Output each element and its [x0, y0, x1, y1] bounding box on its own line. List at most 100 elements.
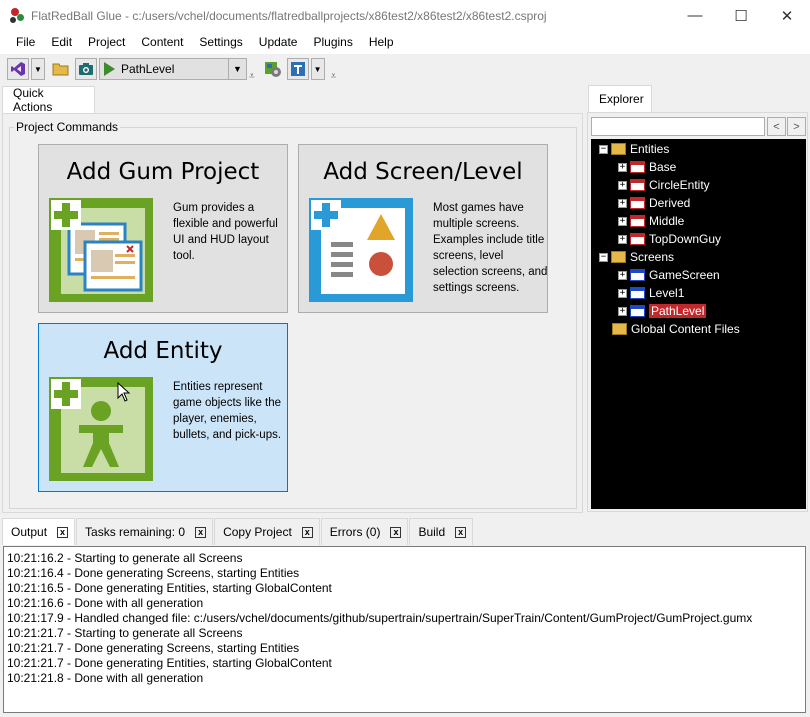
menu-update[interactable]: Update: [251, 31, 306, 54]
screen-icon: [630, 305, 645, 317]
add-gum-project-button[interactable]: Add Gum Project Gum provides a flexible …: [38, 144, 288, 313]
log-line: 10:21:16.5 - Done generating Entities, s…: [7, 581, 332, 595]
entity-icon: [49, 377, 153, 481]
tree-node-entity[interactable]: + TopDownGuy: [618, 230, 721, 248]
bottom-tab-strip: Output x Tasks remaining: 0 x Copy Proje…: [2, 518, 474, 545]
tree-node-entities[interactable]: − Entities: [599, 140, 669, 158]
overflow-icon[interactable]: ⩡: [249, 71, 255, 82]
tree-node-global-content[interactable]: Global Content Files: [612, 320, 740, 338]
card-title: Add Entity: [103, 338, 223, 364]
project-commands-group: Project Commands Add Gum Project Gum pro…: [9, 120, 577, 509]
menu-bar: File Edit Project Content Settings Updat…: [0, 31, 810, 54]
explorer-search-input[interactable]: [591, 117, 765, 136]
chevron-down-icon[interactable]: ▼: [228, 59, 246, 79]
tree-node-entity[interactable]: + CircleEntity: [618, 176, 710, 194]
close-icon[interactable]: x: [390, 526, 402, 538]
entity-icon: [630, 197, 645, 209]
close-icon[interactable]: x: [301, 526, 313, 538]
expand-icon[interactable]: +: [618, 306, 627, 316]
menu-project[interactable]: Project: [80, 31, 133, 54]
gum-project-icon: [49, 198, 153, 302]
open-folder-icon[interactable]: [49, 58, 73, 80]
toolbar: ▼ PathLevel ▼ ⩡ ▼ ⩡: [0, 54, 810, 84]
expand-icon[interactable]: +: [618, 162, 627, 172]
tool-icon[interactable]: [286, 58, 309, 80]
camera-icon[interactable]: [75, 58, 97, 80]
folder-icon: [612, 323, 627, 335]
log-line: 10:21:21.7 - Done generating Screens, st…: [7, 641, 300, 655]
tree-node-entity[interactable]: + Base: [618, 158, 676, 176]
entity-icon: [630, 215, 645, 227]
mouse-cursor-icon: [117, 382, 131, 402]
tree-node-screen[interactable]: + Level1: [618, 284, 684, 302]
screen-icon: [630, 287, 645, 299]
log-line: 10:21:21.7 - Done generating Entities, s…: [7, 656, 332, 670]
log-line: 10:21:16.2 - Starting to generate all Sc…: [7, 551, 243, 565]
screen-select[interactable]: PathLevel ▼: [99, 58, 247, 80]
tree-node-entity[interactable]: + Middle: [618, 212, 684, 230]
output-log[interactable]: 10:21:16.2 - Starting to generate all Sc…: [3, 546, 806, 713]
title-bar: FlatRedBall Glue - c:/users/vchel/docume…: [0, 0, 810, 31]
minimize-button[interactable]: —: [672, 0, 718, 31]
close-icon[interactable]: x: [195, 526, 207, 538]
menu-file[interactable]: File: [8, 31, 43, 54]
expand-icon[interactable]: +: [618, 216, 627, 226]
menu-help[interactable]: Help: [361, 31, 402, 54]
add-screen-level-button[interactable]: Add Screen/Level Most games have multipl…: [298, 144, 548, 313]
screen-level-icon: [309, 198, 413, 302]
tree-node-screens[interactable]: − Screens: [599, 248, 674, 266]
log-line: 10:21:21.8 - Done with all generation: [7, 671, 204, 685]
tab-copy-project[interactable]: Copy Project x: [214, 518, 320, 545]
overflow-icon[interactable]: ⩡: [331, 71, 337, 82]
explorer-tree[interactable]: − Entities + Base + CircleEntity + Deriv…: [591, 139, 806, 509]
card-title: Add Screen/Level: [323, 159, 523, 185]
quick-actions-panel: Project Commands Add Gum Project Gum pro…: [2, 113, 583, 513]
menu-edit[interactable]: Edit: [43, 31, 80, 54]
group-label: Project Commands: [14, 120, 121, 134]
log-line: 10:21:17.9 - Handled changed file: c:/us…: [7, 611, 753, 625]
card-description: Most games have multiple screens. Exampl…: [433, 202, 548, 294]
menu-content[interactable]: Content: [133, 31, 191, 54]
expand-icon[interactable]: +: [618, 180, 627, 190]
tab-explorer[interactable]: Explorer: [588, 85, 652, 112]
entity-icon: [630, 179, 645, 191]
explorer-panel: < > − Entities + Base + CircleEntity + D…: [587, 112, 808, 512]
menu-settings[interactable]: Settings: [191, 31, 250, 54]
close-icon[interactable]: x: [57, 526, 69, 538]
play-icon: [104, 62, 115, 76]
back-button[interactable]: <: [767, 117, 786, 136]
close-icon[interactable]: x: [455, 526, 467, 538]
entity-icon: [630, 233, 645, 245]
tab-errors[interactable]: Errors (0) x: [320, 518, 409, 545]
chevron-down-icon[interactable]: ▼: [310, 58, 325, 80]
tree-node-screen[interactable]: + GameScreen: [618, 266, 720, 284]
collapse-icon[interactable]: −: [599, 252, 608, 262]
forward-button[interactable]: >: [787, 117, 806, 136]
add-entity-button[interactable]: Add Entity Entities represent game objec…: [38, 323, 288, 492]
entity-icon: [630, 161, 645, 173]
tree-node-screen-selected[interactable]: + PathLevel: [618, 302, 707, 320]
expand-icon[interactable]: +: [618, 270, 627, 280]
visual-studio-icon[interactable]: [7, 58, 29, 80]
tab-tasks[interactable]: Tasks remaining: 0 x: [76, 518, 214, 545]
close-button[interactable]: ✕: [764, 0, 810, 31]
log-line: 10:21:16.6 - Done with all generation: [7, 596, 204, 610]
expand-icon[interactable]: +: [618, 198, 627, 208]
tree-node-entity[interactable]: + Derived: [618, 194, 690, 212]
expand-icon[interactable]: +: [618, 234, 627, 244]
screen-select-value: PathLevel: [121, 62, 175, 76]
tab-quick-actions[interactable]: Quick Actions: [2, 86, 95, 114]
chevron-down-icon[interactable]: ▼: [31, 58, 45, 80]
build-icon[interactable]: [261, 58, 285, 80]
folder-icon: [611, 143, 626, 155]
app-icon: [9, 7, 25, 24]
maximize-button[interactable]: ☐: [718, 0, 764, 31]
screen-icon: [630, 269, 645, 281]
window-title: FlatRedBall Glue - c:/users/vchel/docume…: [31, 8, 547, 23]
tab-build[interactable]: Build x: [409, 518, 474, 545]
tab-output[interactable]: Output x: [2, 518, 76, 545]
expand-icon[interactable]: +: [618, 288, 627, 298]
collapse-icon[interactable]: −: [599, 144, 608, 154]
card-title: Add Gum Project: [66, 159, 260, 185]
menu-plugins[interactable]: Plugins: [305, 31, 360, 54]
